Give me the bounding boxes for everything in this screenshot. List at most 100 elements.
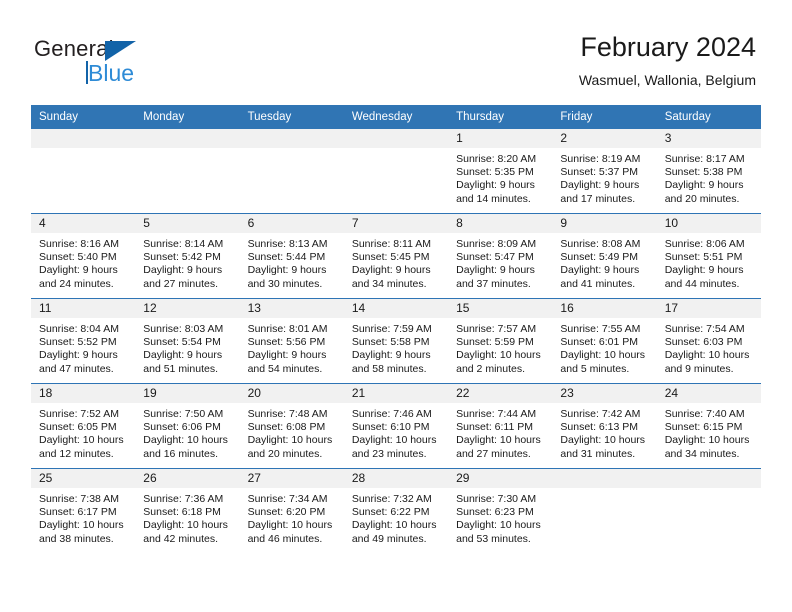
day-number — [31, 129, 136, 148]
week-row: 25 Sunrise: 7:38 AM Sunset: 6:17 PM Dayligh… — [31, 469, 761, 554]
day-cell[interactable]: 26 Sunrise: 7:36 AM Sunset: 6:18 PM Dayligh… — [135, 469, 240, 554]
day-cell[interactable]: 28 Sunrise: 7:32 AM Sunset: 6:22 PM Dayligh… — [343, 469, 449, 554]
sunrise-text: Sunrise: 8:09 AM — [456, 238, 537, 250]
weekday-header-friday: Friday — [552, 105, 657, 129]
day-cell[interactable]: 8 Sunrise: 8:09 AM Sunset: 5:47 PM Daylight… — [448, 213, 553, 299]
sunset-text: Sunset: 6:17 PM — [39, 506, 117, 519]
daylight-text-line2: and 23 minutes. — [351, 447, 427, 460]
sunset-text: Sunset: 5:45 PM — [351, 251, 430, 264]
daylight-text-line2: and 20 minutes. — [247, 447, 323, 460]
day-cell[interactable]: 14 Sunrise: 7:59 AM Sunset: 5:58 PM Dayligh… — [343, 298, 449, 384]
day-cell[interactable] — [656, 469, 761, 554]
page-header: General Blue February 2024 Wasmuel, Wall… — [0, 0, 792, 104]
sunrise-text: Sunrise: 8:01 AM — [247, 323, 328, 335]
day-number: 24 — [656, 384, 761, 403]
day-number — [239, 129, 344, 148]
daylight-text-line2: and 16 minutes. — [143, 447, 218, 460]
daylight-text-line2: and 42 minutes. — [143, 532, 218, 545]
daylight-text-line1: Daylight: 10 hours — [247, 434, 333, 447]
daylight-text-line1: Daylight: 9 hours — [143, 349, 223, 362]
week-row: 4 Sunrise: 8:16 AM Sunset: 5:40 PM Daylight… — [31, 213, 761, 299]
day-cell[interactable]: 23 Sunrise: 7:42 AM Sunset: 6:13 PM Dayligh… — [552, 383, 657, 469]
daylight-text-line1: Daylight: 10 hours — [664, 434, 750, 447]
daylight-text-line2: and 44 minutes. — [664, 277, 740, 290]
day-cell[interactable] — [239, 129, 344, 214]
sunset-text: Sunset: 6:06 PM — [143, 421, 221, 434]
day-cell[interactable]: 6 Sunrise: 8:13 AM Sunset: 5:44 PM Daylight… — [239, 213, 344, 299]
day-cell[interactable]: 4 Sunrise: 8:16 AM Sunset: 5:40 PM Daylight… — [31, 213, 136, 299]
sunrise-text: Sunrise: 8:14 AM — [143, 238, 224, 250]
daylight-text-line1: Daylight: 9 hours — [456, 179, 535, 192]
daylight-text-line1: Daylight: 9 hours — [247, 349, 327, 362]
day-cell[interactable]: 7 Sunrise: 8:11 AM Sunset: 5:45 PM Daylight… — [343, 213, 449, 299]
day-cell[interactable] — [552, 469, 657, 554]
week-row: 1 Sunrise: 8:20 AM Sunset: 5:35 PM Daylight… — [31, 129, 761, 214]
day-number — [656, 469, 761, 488]
day-cell[interactable] — [31, 129, 136, 214]
sunrise-text: Sunrise: 7:38 AM — [39, 493, 119, 505]
daylight-text-line1: Daylight: 10 hours — [456, 519, 541, 532]
day-number: 16 — [552, 299, 657, 318]
day-cell[interactable]: 19 Sunrise: 7:50 AM Sunset: 6:06 PM Dayligh… — [135, 383, 240, 469]
day-cell[interactable]: 12 Sunrise: 8:03 AM Sunset: 5:54 PM Dayligh… — [135, 298, 240, 384]
day-cell[interactable] — [135, 129, 240, 214]
day-cell[interactable]: 15 Sunrise: 7:57 AM Sunset: 5:59 PM Dayligh… — [448, 298, 553, 384]
day-cell[interactable]: 18 Sunrise: 7:52 AM Sunset: 6:05 PM Dayligh… — [31, 383, 136, 469]
daylight-text-line2: and 9 minutes. — [664, 362, 734, 375]
weekday-header-tuesday: Tuesday — [239, 105, 344, 129]
day-cell[interactable]: 5 Sunrise: 8:14 AM Sunset: 5:42 PM Daylight… — [135, 213, 240, 299]
day-cell[interactable]: 3 Sunrise: 8:17 AM Sunset: 5:38 PM Daylight… — [656, 129, 761, 214]
sunset-text: Sunset: 6:18 PM — [143, 506, 221, 519]
day-cell[interactable]: 11 Sunrise: 8:04 AM Sunset: 5:52 PM Dayligh… — [31, 298, 136, 384]
sunset-text: Sunset: 6:13 PM — [560, 421, 639, 434]
day-cell[interactable]: 2 Sunrise: 8:19 AM Sunset: 5:37 PM Daylight… — [552, 129, 657, 214]
sunrise-text: Sunrise: 7:57 AM — [456, 323, 537, 335]
daylight-text-line1: Daylight: 10 hours — [664, 349, 750, 362]
sunrise-text: Sunrise: 8:03 AM — [143, 323, 224, 335]
day-number: 13 — [239, 299, 344, 318]
day-number: 5 — [135, 214, 240, 233]
calendar-page: General Blue February 2024 Wasmuel, Wall… — [0, 0, 792, 612]
day-cell[interactable]: 24 Sunrise: 7:40 AM Sunset: 6:15 PM Dayligh… — [656, 383, 761, 469]
day-number: 18 — [31, 384, 136, 403]
sunset-text: Sunset: 6:05 PM — [39, 421, 117, 434]
sunset-text: Sunset: 5:59 PM — [456, 336, 534, 349]
daylight-text-line2: and 34 minutes. — [664, 447, 740, 460]
daylight-text-line2: and 5 minutes. — [560, 362, 630, 375]
daylight-text-line2: and 14 minutes. — [456, 192, 531, 205]
day-cell[interactable]: 9 Sunrise: 8:08 AM Sunset: 5:49 PM Daylight… — [552, 213, 657, 299]
day-cell[interactable] — [343, 129, 449, 214]
sunset-text: Sunset: 5:47 PM — [456, 251, 534, 264]
daylight-text-line2: and 49 minutes. — [351, 532, 427, 545]
sunset-text: Sunset: 5:40 PM — [39, 251, 117, 264]
daylight-text-line2: and 31 minutes. — [560, 447, 636, 460]
daylight-text-line1: Daylight: 10 hours — [351, 434, 437, 447]
sunrise-text: Sunrise: 7:44 AM — [456, 408, 537, 420]
sunset-text: Sunset: 5:44 PM — [247, 251, 326, 264]
day-cell[interactable]: 21 Sunrise: 7:46 AM Sunset: 6:10 PM Dayligh… — [343, 383, 449, 469]
sunrise-text: Sunrise: 7:36 AM — [143, 493, 224, 505]
day-cell[interactable]: 22 Sunrise: 7:44 AM Sunset: 6:11 PM Dayligh… — [448, 383, 553, 469]
sunrise-text: Sunrise: 8:19 AM — [560, 153, 641, 165]
sunrise-text: Sunrise: 8:06 AM — [664, 238, 745, 250]
day-cell[interactable]: 25 Sunrise: 7:38 AM Sunset: 6:17 PM Dayligh… — [31, 469, 136, 554]
daylight-text-line2: and 37 minutes. — [456, 277, 531, 290]
day-cell[interactable]: 13 Sunrise: 8:01 AM Sunset: 5:56 PM Dayligh… — [239, 298, 344, 384]
sunrise-text: Sunrise: 7:42 AM — [560, 408, 641, 420]
day-cell[interactable]: 17 Sunrise: 7:54 AM Sunset: 6:03 PM Dayligh… — [656, 298, 761, 384]
day-cell[interactable]: 10 Sunrise: 8:06 AM Sunset: 5:51 PM Dayligh… — [656, 213, 761, 299]
page-subtitle: Wasmuel, Wallonia, Belgium — [578, 72, 756, 88]
sunset-text: Sunset: 5:42 PM — [143, 251, 221, 264]
daylight-text-line1: Daylight: 10 hours — [456, 349, 541, 362]
day-cell[interactable]: 20 Sunrise: 7:48 AM Sunset: 6:08 PM Dayligh… — [239, 383, 344, 469]
day-cell[interactable]: 27 Sunrise: 7:34 AM Sunset: 6:20 PM Dayligh… — [239, 469, 344, 554]
calendar-grid: Sunday Monday Tuesday Wednesday Thursday… — [31, 105, 761, 553]
day-number: 12 — [135, 299, 240, 318]
day-cell[interactable]: 1 Sunrise: 8:20 AM Sunset: 5:35 PM Daylight… — [448, 129, 553, 214]
daylight-text-line1: Daylight: 10 hours — [143, 519, 228, 532]
sunset-text: Sunset: 5:38 PM — [664, 166, 743, 179]
day-cell[interactable]: 16 Sunrise: 7:55 AM Sunset: 6:01 PM Dayligh… — [552, 298, 657, 384]
day-cell[interactable]: 29 Sunrise: 7:30 AM Sunset: 6:23 PM Dayligh… — [448, 469, 553, 554]
day-number: 23 — [552, 384, 657, 403]
sunrise-text: Sunrise: 8:08 AM — [560, 238, 641, 250]
